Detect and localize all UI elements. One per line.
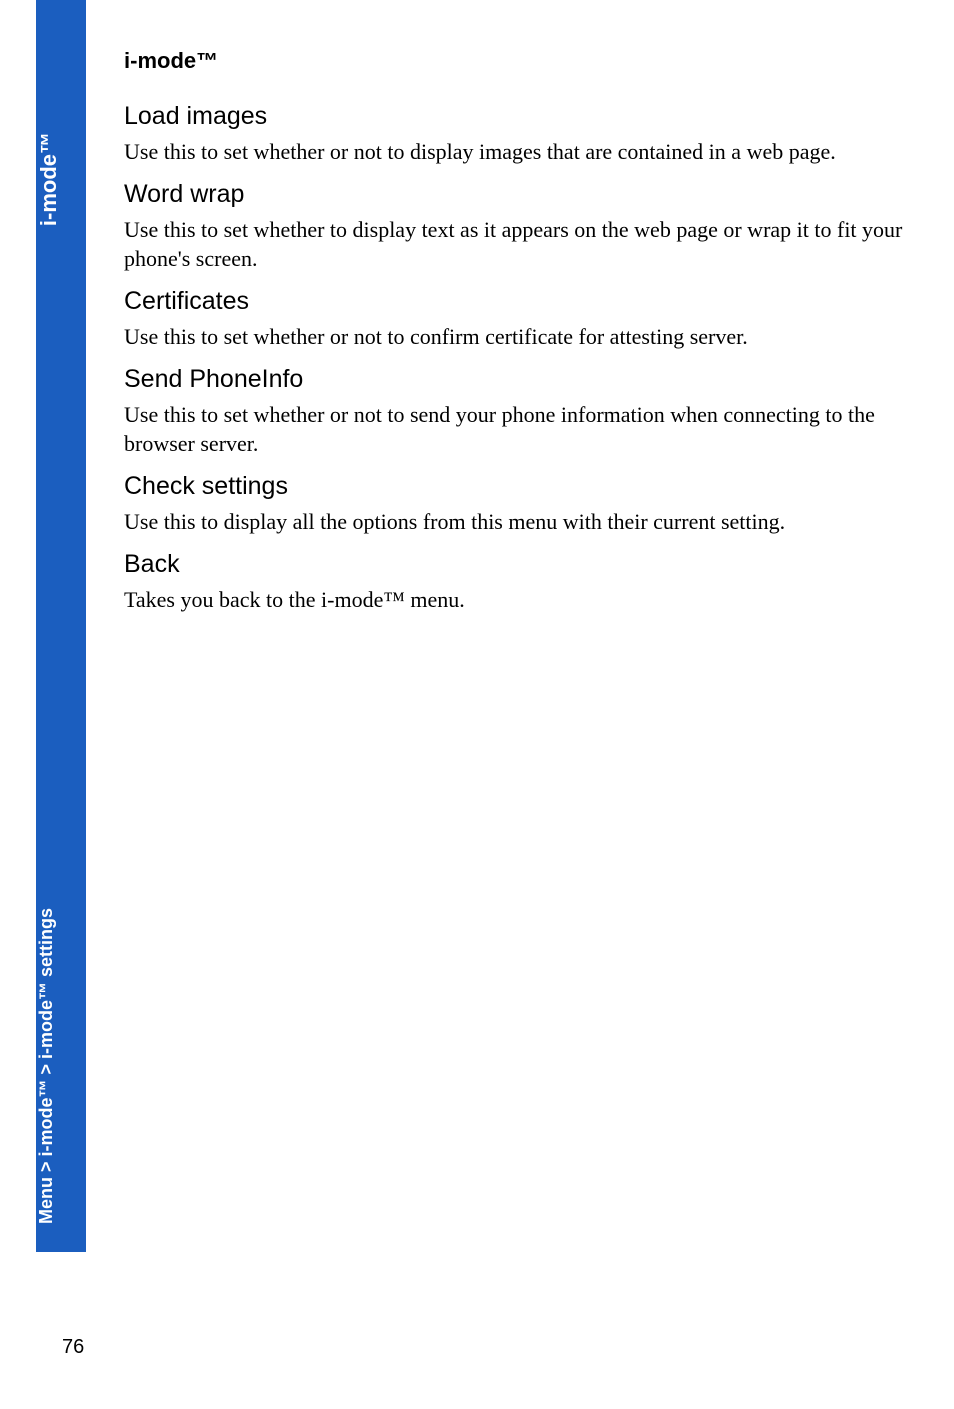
heading-check-settings: Check settings (124, 472, 904, 501)
content-area: i-mode™ Load images Use this to set whet… (124, 48, 904, 622)
heading-back: Back (124, 550, 904, 579)
heading-load-images: Load images (124, 102, 904, 131)
heading-word-wrap: Word wrap (124, 180, 904, 209)
body-word-wrap: Use this to set whether to display text … (124, 215, 904, 273)
page-number: 76 (62, 1336, 84, 1359)
body-load-images: Use this to set whether or not to displa… (124, 137, 904, 166)
page: i-mode™ Menu > i-mode™ > i-mode™ setting… (0, 0, 954, 1409)
heading-send-phoneinfo: Send PhoneInfo (124, 365, 904, 394)
sidebar: i-mode™ Menu > i-mode™ > i-mode™ setting… (36, 0, 86, 1252)
sidebar-section-label: i-mode™ (36, 132, 86, 226)
sidebar-breadcrumb: Menu > i-mode™ > i-mode™ settings (36, 908, 86, 1224)
body-certificates: Use this to set whether or not to confir… (124, 322, 904, 351)
body-send-phoneinfo: Use this to set whether or not to send y… (124, 400, 904, 458)
body-check-settings: Use this to display all the options from… (124, 507, 904, 536)
chapter-title: i-mode™ (124, 48, 904, 74)
body-back: Takes you back to the i-mode™ menu. (124, 585, 904, 614)
heading-certificates: Certificates (124, 287, 904, 316)
